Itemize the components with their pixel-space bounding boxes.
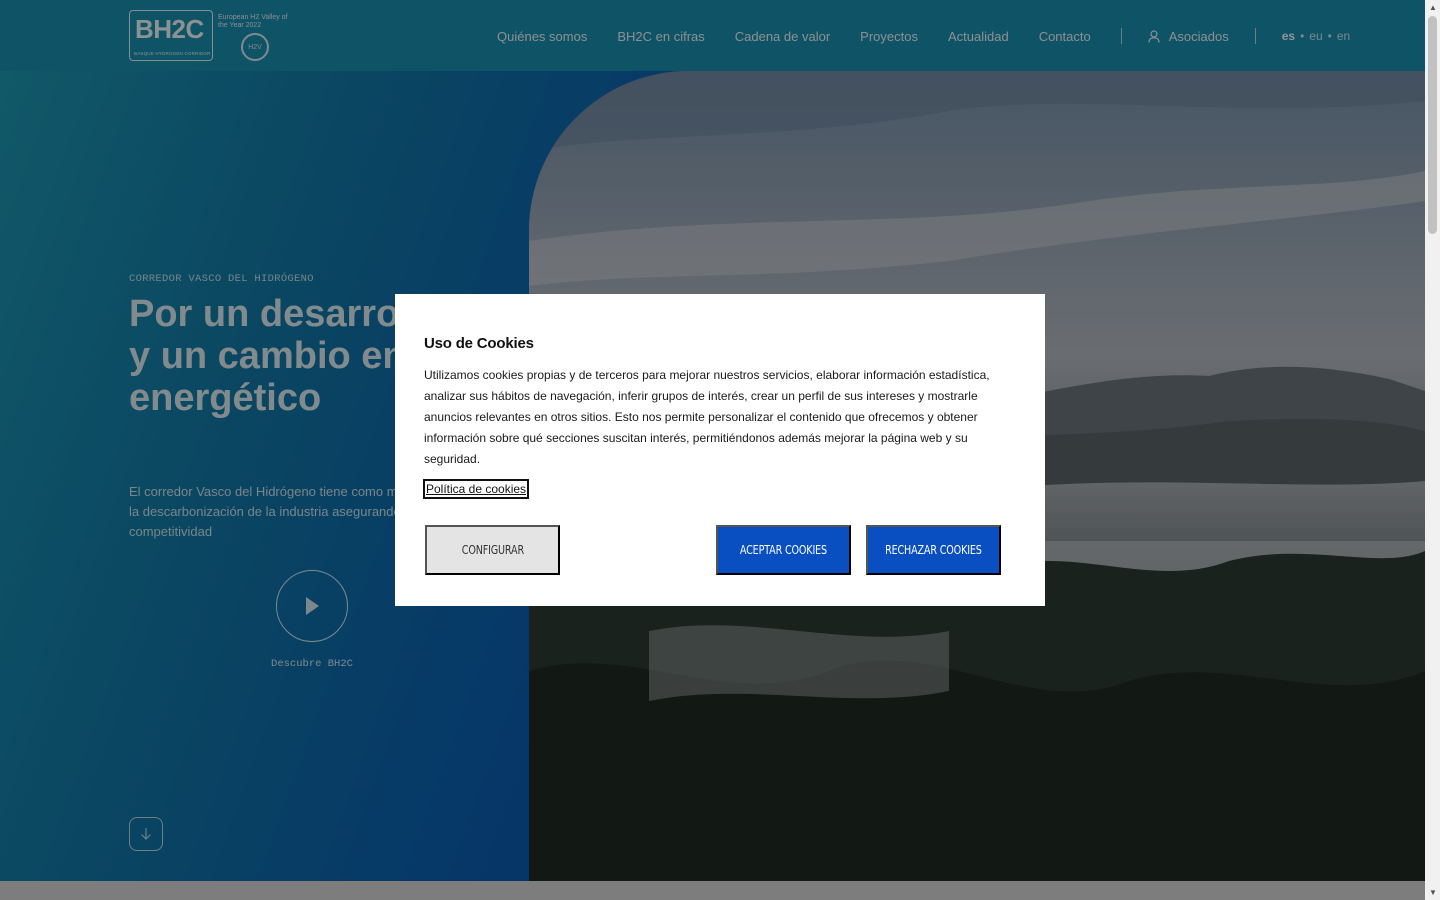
- cookie-dialog-title: Uso de Cookies: [424, 335, 534, 352]
- cookie-consent-dialog: Uso de Cookies Utilizamos cookies propia…: [395, 294, 1045, 606]
- cookie-policy-link[interactable]: Política de cookies: [423, 479, 530, 499]
- scroll-down-arrow-icon[interactable]: ▼: [1429, 888, 1437, 897]
- reject-cookies-button[interactable]: RECHAZAR COOKIES: [866, 525, 1001, 575]
- scroll-up-arrow-icon[interactable]: ▲: [1429, 3, 1437, 12]
- configure-label: CONFIGURAR: [461, 543, 524, 557]
- scrollbar-thumb[interactable]: [1428, 16, 1437, 234]
- configure-cookies-button[interactable]: CONFIGURAR: [425, 525, 560, 575]
- page-scrollbar[interactable]: ▲ ▼: [1425, 0, 1440, 900]
- cookie-dialog-body: Utilizamos cookies propias y de terceros…: [424, 368, 990, 466]
- accept-label: ACEPTAR COOKIES: [739, 543, 828, 557]
- accept-cookies-button[interactable]: ACEPTAR COOKIES: [716, 525, 851, 575]
- reject-label: RECHAZAR COOKIES: [885, 543, 982, 557]
